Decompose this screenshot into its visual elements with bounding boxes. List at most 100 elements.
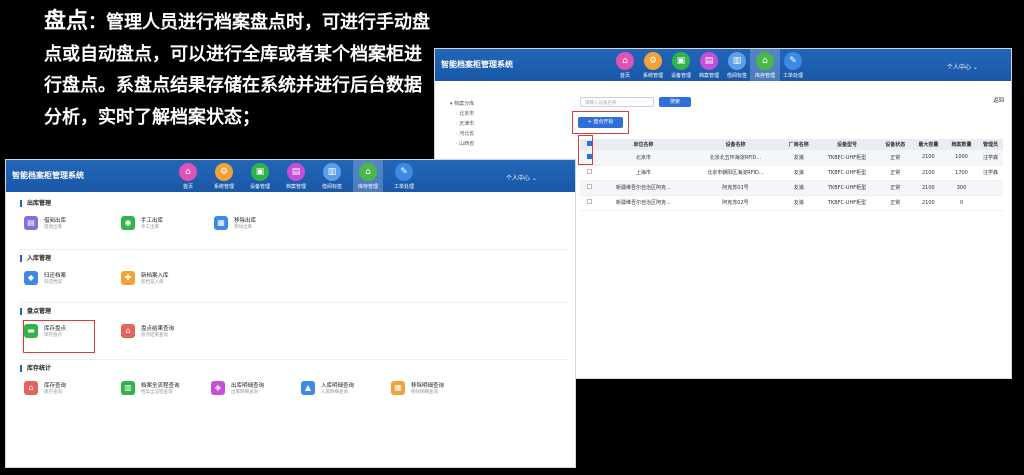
nav-item-label: 工单处理	[393, 184, 414, 190]
row-select-cell[interactable]	[580, 195, 598, 211]
column-header: 设备型号	[815, 139, 879, 150]
nav-item-label: 设备管理	[249, 184, 270, 190]
tree-item[interactable]: · 天津市	[450, 119, 474, 129]
row-checkbox[interactable]	[586, 199, 592, 204]
top-bar: 智能档案柜管理系统 ⌂ 首页 ⚙ 系统管理 ▣ 设备管理 ▤ 档案管理 ▥ 借阅标签 ⌂ 库存管理 ✎ 工…	[6, 160, 575, 192]
section-title: 盘点管理	[20, 308, 51, 315]
column-header: 厂商名称	[782, 139, 816, 150]
card-subtitle: 出库明细查询	[231, 390, 258, 395]
table-cell: 2100	[911, 180, 945, 196]
home-window: 智能档案柜管理系统 ⌂ 首页 ⚙ 系统管理 ▣ 设备管理 ▤ 档案管理 ▥ 借阅标签 ⌂ 库存管理 ✎ 工…	[5, 159, 576, 468]
section-divider	[20, 359, 568, 360]
shortcut-card[interactable]: ⌂ 盘点结果查询 盘点结果查询	[121, 320, 206, 342]
table-cell: 友浦	[782, 165, 816, 181]
user-menu[interactable]: 个人中心 ⌄	[506, 173, 537, 182]
table-header: 单位名称 设备名称 厂商名称 设备型号 设备状态 最大容量 档案数量 管理员	[580, 139, 1003, 150]
section-divider	[20, 302, 568, 303]
tree-root[interactable]: ▾ 档案分库	[450, 99, 474, 109]
nav-item-label: 设备管理	[670, 73, 691, 79]
table-row[interactable]: 北京市 北京北五环海淀RFID... 友浦 TKBFC-UHF柜型 正常 2100 1000…	[580, 150, 1003, 166]
borrow-out-icon: ▤	[24, 216, 38, 230]
table-cell: 上海市	[598, 165, 689, 181]
shortcut-card[interactable]: ▲ 入库明细查询 入库明细查询	[301, 377, 386, 399]
nav-item[interactable]: ⚙ 系统管理	[209, 160, 239, 192]
card-subtitle: 入库明细查询	[321, 390, 348, 395]
nav-item[interactable]: ⌂ 库存管理	[353, 160, 383, 192]
out-detail-icon: ◈	[211, 381, 225, 395]
shortcut-card[interactable]: ◆ 归还档案 归还档案	[24, 267, 109, 289]
table-cell	[978, 180, 1003, 196]
nav-item-label: 首页	[182, 184, 193, 190]
card-title: 移除明细查询	[411, 383, 445, 389]
nav-item[interactable]: ✎ 工单处理	[389, 160, 419, 192]
nav-item[interactable]: ▣ 设备管理	[245, 160, 275, 192]
column-header: 设备状态	[878, 139, 912, 150]
shortcut-card[interactable]: ◉ 手工出库 手工出库	[121, 212, 206, 234]
shortcut-card[interactable]: ▦ 移除明细查询 移除明细查询	[391, 377, 476, 399]
table-cell: TKBFC-UHF柜型	[815, 195, 879, 211]
archive-icon: ▤	[700, 52, 718, 70]
user-menu[interactable]: 个人中心 ⌄	[947, 62, 978, 71]
tree-item[interactable]: · 河北省	[450, 129, 474, 139]
device-icon: ▣	[251, 163, 269, 181]
nav-item[interactable]: ✎ 工单处理	[778, 49, 808, 81]
table-cell: 阿克苏01号	[688, 180, 783, 196]
table-row[interactable]: 上海市 北京市朝阳区海淀RFID... 友浦 TKBFC-UHF柜型 正常 2100 170…	[580, 165, 1003, 181]
card-subtitle: 借阅出库	[44, 225, 62, 230]
shortcut-card[interactable]: ✚ 新档案入库 新档案入库	[121, 267, 206, 289]
card-subtitle: 库存查询	[44, 390, 62, 395]
nav-item[interactable]: ⌂ 首页	[610, 49, 640, 81]
tree-item[interactable]: · 北京市	[450, 109, 474, 119]
shortcut-card[interactable]: ▥ 档案全流程查询 档案全流程查询	[121, 377, 206, 399]
search-input[interactable]: 请输入设备名称	[580, 97, 654, 107]
shortcut-card[interactable]: ⌂ 库存查询 库存查询	[24, 377, 109, 399]
table-cell: 北京北五环海淀RFID...	[688, 150, 783, 166]
nav-item[interactable]: ⌂ 库存管理	[750, 49, 780, 81]
card-title: 出库明细查询	[231, 383, 265, 389]
table-cell	[978, 195, 1003, 211]
tree-item[interactable]: · 山西省	[450, 139, 474, 149]
row-select-cell[interactable]	[580, 180, 598, 196]
nav-item-label: 档案管理	[285, 184, 306, 190]
remove-detail-icon: ▦	[391, 381, 405, 395]
card-title: 入库明细查询	[321, 383, 355, 389]
new-archive-icon: ✚	[121, 271, 135, 285]
nav-item[interactable]: ▥ 借阅标签	[317, 160, 347, 192]
row-select-cell[interactable]	[580, 165, 598, 181]
column-header: 设备名称	[688, 139, 783, 150]
nav-item-label: 库存管理	[754, 73, 775, 79]
nav-item[interactable]: ▥ 借阅标签	[722, 49, 752, 81]
nav-item[interactable]: ▣ 设备管理	[666, 49, 696, 81]
column-header: 最大容量	[911, 139, 945, 150]
column-header: 档案数量	[944, 139, 979, 150]
column-header: 单位名称	[598, 139, 689, 150]
table-cell: 2100	[911, 165, 945, 181]
shortcut-card[interactable]: ◈ 出库明细查询 出库明细查询	[211, 377, 296, 399]
search-button[interactable]: 搜索	[659, 97, 691, 107]
nav-item[interactable]: ▤ 档案管理	[281, 160, 311, 192]
table-cell: 北京市朝阳区海淀RFID...	[688, 165, 783, 181]
back-link[interactable]: 返回	[993, 96, 1004, 104]
borrow-icon: ▥	[728, 52, 746, 70]
card-subtitle: 盘点结果查询	[141, 333, 168, 338]
workorder-icon: ✎	[784, 52, 802, 70]
table-row[interactable]: 新疆维吾尔自治区阿克... 阿克苏02号 友浦 TKBFC-UHF柜型 正常 2100 0	[580, 195, 1003, 211]
region-tree: ▾ 档案分库 · 北京市 · 天津市 · 河北省 · 山西省	[450, 99, 474, 147]
table-row[interactable]: 新疆维吾尔自治区阿克... 阿克苏01号 友浦 TKBFC-UHF柜型 正常 2100 30…	[580, 180, 1003, 196]
return-icon: ◆	[24, 271, 38, 285]
nav-item[interactable]: ⌂ 首页	[173, 160, 203, 192]
card-subtitle: 移除出库	[234, 225, 252, 230]
card-title: 归还档案	[44, 273, 67, 279]
highlight-box	[578, 135, 593, 165]
nav-item[interactable]: ⚙ 系统管理	[638, 49, 668, 81]
app-title: 智能档案柜管理系统	[12, 171, 84, 180]
card-subtitle: 新档案入库	[141, 280, 164, 285]
row-checkbox[interactable]	[586, 184, 592, 189]
table-cell: 友浦	[782, 150, 816, 166]
shortcut-card[interactable]: ▦ 移除出库 移除出库	[214, 212, 299, 234]
section-title: 入库管理	[20, 255, 51, 262]
row-checkbox[interactable]	[586, 169, 592, 174]
nav-item[interactable]: ▤ 档案管理	[694, 49, 724, 81]
shortcut-card[interactable]: ▤ 借阅出库 借阅出库	[24, 212, 109, 234]
top-bar: 智能档案柜管理系统 ⌂ 首页 ⚙ 系统管理 ▣ 设备管理 ▤ 档案管理 ▥ 借阅标签 ⌂ 库存管理 ✎ 工…	[435, 49, 1011, 81]
